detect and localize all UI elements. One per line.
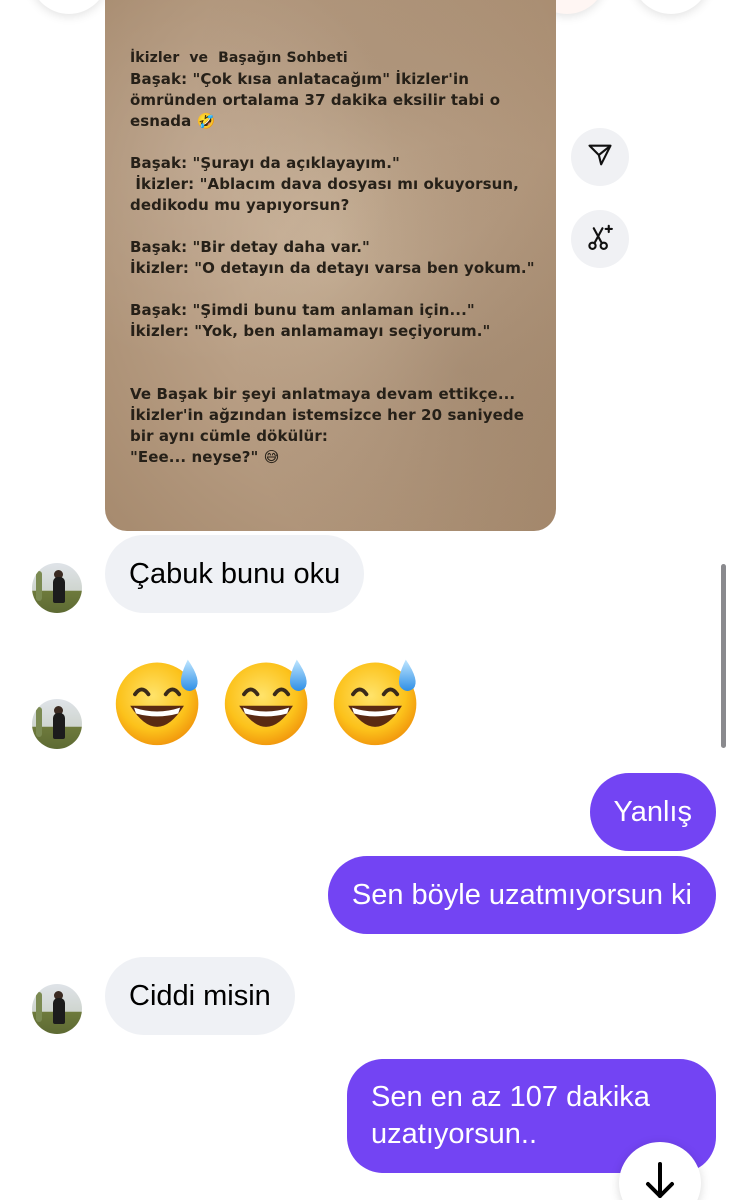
sparkle-scissors-icon (585, 222, 615, 256)
message-outgoing[interactable]: Sen böyle uzatmıyorsun ki (327, 856, 716, 934)
arrow-down-icon (643, 1160, 677, 1200)
image-text-line: İkizler ve Başağın Sohbeti (130, 50, 348, 66)
shared-image[interactable]: İkizler ve Başağın Sohbeti Başak: "Çok kı… (105, 0, 556, 531)
avatar[interactable] (32, 699, 82, 749)
share-button[interactable] (571, 128, 629, 186)
avatar[interactable] (32, 563, 82, 613)
send-icon (586, 141, 614, 173)
avatar[interactable] (32, 984, 82, 1034)
image-text-line: Başak: "Çok kısa anlatacağım" İkizler'in (130, 70, 469, 88)
image-text-line: ömründen ortalama 37 dakika eksilir tabi… (130, 91, 501, 109)
image-text-line (130, 363, 545, 384)
image-text: İkizler ve Başağın Sohbeti Başak: "Çok kı… (130, 48, 545, 468)
image-text-line (130, 279, 545, 300)
message-text: Ciddi misin (129, 979, 271, 1012)
message-text: Çabuk bunu oku (129, 557, 341, 590)
image-text-line: Ve Başak bir şeyi anlatmaya devam ettikç… (130, 385, 516, 403)
header-button-left[interactable] (30, 0, 108, 14)
message-incoming[interactable]: Ciddi misin (105, 957, 295, 1035)
sweat-smile-emoji-icon (333, 659, 417, 746)
image-text-line (130, 132, 545, 153)
image-text-line: İkizler: "Yok, ben anlamamayı seçiyorum.… (130, 322, 491, 340)
image-text-line: Başak: "Şimdi bunu tam anlaman için..." (130, 301, 475, 319)
message-text-line: uzatıyorsun.. (371, 1118, 538, 1150)
message-incoming[interactable]: Çabuk bunu oku (105, 535, 365, 613)
ai-edit-button[interactable] (571, 210, 629, 268)
header-button-3[interactable] (632, 0, 710, 14)
message-outgoing[interactable]: Yanlış (589, 773, 716, 851)
message-emoji[interactable] (111, 652, 425, 748)
message-text: Yanlış (613, 795, 692, 828)
message-text: Sen böyle uzatmıyorsun ki (351, 878, 692, 911)
sweat-smile-emoji-icon (224, 659, 308, 746)
scrollbar[interactable] (721, 564, 726, 748)
image-text-line: İkizler: "O detayın da detayı varsa ben … (130, 259, 535, 277)
image-text-line (130, 342, 545, 363)
image-text-line: esnada 🤣 (130, 112, 216, 130)
image-text-line: bir aynı cümle dökülür: (130, 427, 328, 445)
sweat-smile-emoji-icon (115, 659, 199, 746)
image-text-line: İkizler: "Ablacım dava dosyası mı okuyor… (130, 175, 519, 193)
image-text-line: İkizler'in ağzından istemsizce her 20 sa… (130, 406, 524, 424)
image-text-line: Başak: "Bir detay daha var." (130, 238, 370, 256)
message-text-line: Sen en az 107 dakika (371, 1081, 650, 1113)
image-text-line: dedikodu mu yapıyorsun? (130, 196, 350, 214)
image-text-line: Başak: "Şurayı da açıklayayım." (130, 154, 400, 172)
image-text-line: "Eee... neyse?" 😅 (130, 448, 280, 466)
image-text-line (130, 216, 545, 237)
